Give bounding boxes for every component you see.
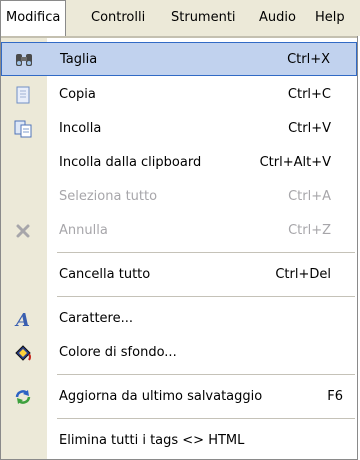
menu-item-shortcut: F6 — [327, 389, 343, 404]
menu-item-elimina-tags[interactable]: Elimina tutti i tags <> HTML — [1, 424, 357, 458]
menu-item-label: Taglia — [60, 52, 98, 67]
paint-bucket-icon — [13, 344, 33, 362]
menubar-item-modifica[interactable]: Modifica — [0, 0, 67, 37]
menu-item-label: Incolla dalla clipboard — [59, 155, 202, 170]
copy-icon — [13, 86, 33, 104]
menu-item-shortcut: Ctrl+Z — [288, 223, 331, 238]
refresh-icon — [13, 388, 33, 406]
menu-separator — [57, 418, 355, 419]
menu-item-shortcut: Ctrl+Alt+V — [259, 155, 331, 170]
menu-separator — [57, 374, 355, 375]
menubar-item-audio[interactable]: Audio — [254, 0, 301, 36]
menu-separator — [57, 252, 355, 253]
menu-item-incolla[interactable]: Incolla Ctrl+V — [1, 112, 357, 146]
menu-item-label: Colore di sfondo... — [59, 345, 177, 360]
menu-item-colore-sfondo[interactable]: Colore di sfondo... — [1, 336, 357, 370]
font-a-icon: A — [13, 310, 33, 331]
menu-item-copia[interactable]: Copia Ctrl+C — [1, 78, 357, 112]
menu-item-annulla[interactable]: Annulla Ctrl+Z — [1, 214, 357, 248]
menu-item-label: Annulla — [59, 223, 108, 238]
paste-icon — [13, 120, 33, 138]
menubar-item-controlli[interactable]: Controlli — [86, 0, 150, 36]
menu-bar: Modifica Controlli Strumenti Audio Help — [0, 0, 360, 37]
undo-x-icon — [13, 222, 33, 240]
menu-item-taglia[interactable]: Taglia Ctrl+X — [1, 42, 357, 76]
menu-item-shortcut: Ctrl+X — [287, 52, 330, 67]
menubar-label-strumenti: Strumenti — [171, 10, 236, 25]
menu-item-label: Elimina tutti i tags <> HTML — [59, 433, 245, 448]
menu-item-shortcut: Ctrl+A — [288, 189, 331, 204]
menu-item-shortcut: Ctrl+C — [287, 87, 331, 102]
menubar-label-controlli: Controlli — [91, 10, 146, 25]
menu-item-incolla-clipboard[interactable]: Incolla dalla clipboard Ctrl+Alt+V — [1, 146, 357, 180]
menu-top-divider — [1, 36, 357, 38]
menubar-item-help[interactable]: Help — [310, 0, 350, 36]
menubar-label-help: Help — [315, 10, 345, 25]
menubar-label-modifica: Modifica — [6, 10, 61, 25]
menu-item-label: Aggiorna da ultimo salvataggio — [59, 389, 263, 404]
menu-item-label: Incolla — [59, 121, 102, 136]
menu-item-cancella-tutto[interactable]: Cancella tutto Ctrl+Del — [1, 258, 357, 292]
menu-item-label: Seleziona tutto — [59, 189, 158, 204]
menu-item-label: Copia — [59, 87, 96, 102]
menu-separator — [57, 296, 355, 297]
menu-item-label: Cancella tutto — [59, 267, 151, 282]
menu-item-shortcut: Ctrl+Del — [275, 267, 331, 282]
svg-text:A: A — [14, 310, 30, 328]
menu-item-carattere[interactable]: A Carattere... — [1, 302, 357, 336]
menubar-item-strumenti[interactable]: Strumenti — [166, 0, 241, 36]
binoculars-cut-icon — [14, 51, 34, 69]
menu-item-seleziona-tutto[interactable]: Seleziona tutto Ctrl+A — [1, 180, 357, 214]
menubar-label-audio: Audio — [259, 10, 296, 25]
menu-item-aggiorna[interactable]: Aggiorna da ultimo salvataggio F6 — [1, 380, 357, 414]
menu-item-label: Carattere... — [59, 311, 134, 326]
menu-item-shortcut: Ctrl+V — [288, 121, 331, 136]
edit-dropdown-menu: Taglia Ctrl+X Copia Ctrl+C Incolla Ctrl+ — [0, 36, 358, 460]
